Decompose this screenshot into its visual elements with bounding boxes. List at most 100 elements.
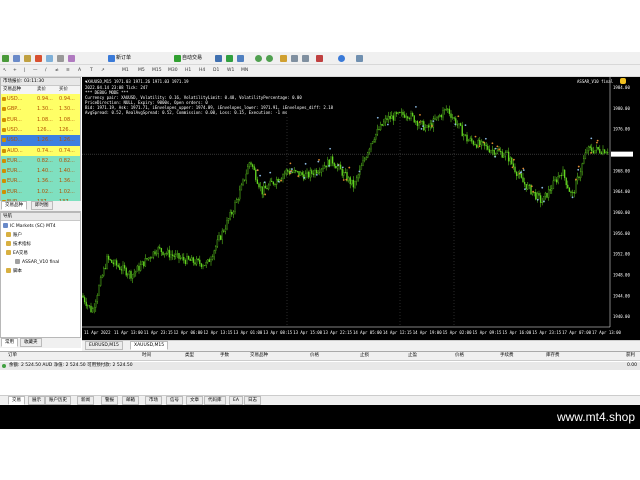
navigator-title: 导航 (1, 213, 80, 221)
col-order[interactable]: 订单 (8, 352, 17, 360)
tf-m30[interactable]: M30 (168, 67, 178, 74)
balance-row[interactable]: 余额: 2 524.50 AUD 净值: 2 524.50 可用预付款: 2 5… (0, 362, 640, 370)
bar-chart-icon[interactable] (215, 55, 222, 62)
zoom-in-icon[interactable] (255, 55, 262, 62)
periods-icon[interactable] (338, 55, 345, 62)
tab-tick-chart[interactable]: 即时图 (31, 201, 53, 210)
symbol-status-icon (2, 117, 6, 122)
symbol-status-icon (2, 97, 6, 101)
tab-exposure[interactable]: 展示 (28, 396, 45, 405)
fibonacci-icon[interactable]: ≡ (66, 67, 70, 74)
col-tp[interactable]: 止盈 (408, 352, 417, 360)
nav-scripts[interactable]: 脚本 (6, 268, 22, 276)
tf-m1[interactable]: M1 (122, 67, 129, 74)
tab-chart-eurusd[interactable]: EURUSD,M15 (85, 341, 123, 350)
market-watch-icon[interactable] (24, 55, 31, 62)
tf-w1[interactable]: W1 (227, 67, 234, 74)
zoom-out-icon[interactable] (266, 55, 273, 62)
arrow-tool-icon[interactable]: ↗ (101, 67, 105, 74)
indicators-icon[interactable] (316, 55, 323, 62)
tab-articles[interactable]: 文章 (186, 396, 203, 405)
chart-window[interactable]: ▼XAUUSD,M15 1971.03 1971.26 1971.03 1971… (82, 77, 640, 340)
terminal-header: 订单 时间 类型 手数 交易品种 价格 止损 止盈 价格 手续费 库存费 获利 (0, 352, 640, 361)
nav-expert-advisors[interactable]: EA交易 (6, 250, 28, 258)
price-tick-label: 1952.00 (613, 252, 630, 257)
col-swap[interactable]: 库存费 (546, 352, 560, 360)
tab-signals[interactable]: 信号 (166, 396, 183, 405)
vertical-line-icon[interactable]: | (24, 67, 26, 74)
trade-marker (478, 145, 481, 148)
terminal-panel: 订单 时间 类型 手数 交易品种 价格 止损 止盈 价格 手续费 库存费 获利 … (0, 351, 640, 396)
col-price-current[interactable]: 价格 (455, 352, 464, 360)
chart-shift-icon[interactable] (291, 55, 298, 62)
tester-icon[interactable] (68, 55, 75, 62)
templates-icon[interactable] (356, 55, 363, 62)
candle-body (408, 118, 411, 119)
tab-market[interactable]: 市场 (145, 396, 162, 405)
new-order-button[interactable]: 新订单 (116, 55, 131, 62)
tile-windows-icon[interactable] (280, 55, 287, 62)
col-symbol[interactable]: 交易品种 (250, 352, 268, 360)
label-tool-icon[interactable]: T (90, 67, 93, 74)
price-chart[interactable]: ▼XAUUSD,M15 1971.03 1971.26 1971.03 1971… (82, 77, 640, 340)
tf-mn[interactable]: MN (241, 67, 248, 74)
candle-body (181, 257, 183, 259)
tf-d1[interactable]: D1 (213, 67, 219, 74)
new-chart-icon[interactable] (2, 55, 9, 62)
candle-body (528, 184, 531, 186)
candle-body (267, 184, 270, 190)
col-type[interactable]: 类型 (185, 352, 194, 360)
candlestick-icon[interactable] (226, 55, 233, 62)
candle-body (474, 144, 476, 146)
tab-journal[interactable]: 日志 (244, 396, 261, 405)
nav-broker[interactable]: IC Markets (SC) MT4 (3, 223, 56, 231)
tf-h1[interactable]: H1 (185, 67, 191, 74)
candle-body (152, 251, 155, 258)
horizontal-line-icon[interactable]: — (33, 67, 38, 74)
tab-alerts[interactable]: 警报 (101, 396, 118, 405)
col-sl[interactable]: 止损 (360, 352, 369, 360)
terminal-icon[interactable] (57, 55, 64, 62)
channel-icon[interactable]: ≠ (55, 67, 59, 74)
col-commission[interactable]: 手续费 (500, 352, 514, 360)
tab-common[interactable]: 常用 (1, 338, 18, 347)
trade-marker (484, 137, 487, 140)
autoscroll-icon[interactable] (302, 55, 309, 62)
tab-news[interactable]: 新闻 (77, 396, 94, 405)
nav-indicators[interactable]: 技术指标 (6, 241, 31, 249)
tab-chart-xauusd[interactable]: XAUUSD,M15 (130, 341, 169, 350)
trade-marker (341, 166, 344, 169)
tab-trade[interactable]: 交易 (8, 396, 25, 405)
candle-body (597, 147, 599, 150)
text-tool-icon[interactable]: A (78, 67, 81, 74)
tab-symbols[interactable]: 交易品种 (1, 201, 27, 210)
tf-m15[interactable]: M15 (152, 67, 162, 74)
col-profit[interactable]: 获利 (626, 352, 635, 360)
cursor-icon[interactable]: ↖ (3, 67, 7, 74)
tab-favorites[interactable]: 收藏夹 (20, 338, 42, 347)
candle-body (448, 108, 451, 114)
trendline-icon[interactable]: / (45, 67, 47, 74)
candle-body (504, 152, 507, 157)
tab-code-base[interactable]: 代码库 (204, 396, 226, 405)
candle-body (275, 178, 278, 185)
nav-accounts[interactable]: 账户 (6, 232, 22, 240)
tab-account-history[interactable]: 账户历史 (45, 396, 71, 405)
candle-body (143, 261, 145, 267)
col-lots[interactable]: 手数 (220, 352, 229, 360)
navigator-icon[interactable] (46, 55, 53, 62)
tab-experts[interactable]: EA (229, 396, 243, 405)
market-watch-header: 交易品种 卖价 买价 (1, 86, 80, 94)
col-time[interactable]: 时间 (142, 352, 151, 360)
profiles-icon[interactable] (13, 55, 20, 62)
data-window-icon[interactable] (35, 55, 42, 62)
crosshair-icon[interactable]: + (13, 67, 17, 74)
line-chart-icon[interactable] (237, 55, 244, 62)
tab-mailbox[interactable]: 邮箱 (122, 396, 139, 405)
candle-body (229, 212, 231, 219)
tf-m5[interactable]: M5 (138, 67, 145, 74)
auto-trading-button[interactable]: 自动交易 (182, 55, 202, 62)
nav-ea-assar[interactable]: ASSAR_V10 final (15, 259, 59, 267)
col-price[interactable]: 价格 (310, 352, 319, 360)
tf-h4[interactable]: H4 (199, 67, 205, 74)
